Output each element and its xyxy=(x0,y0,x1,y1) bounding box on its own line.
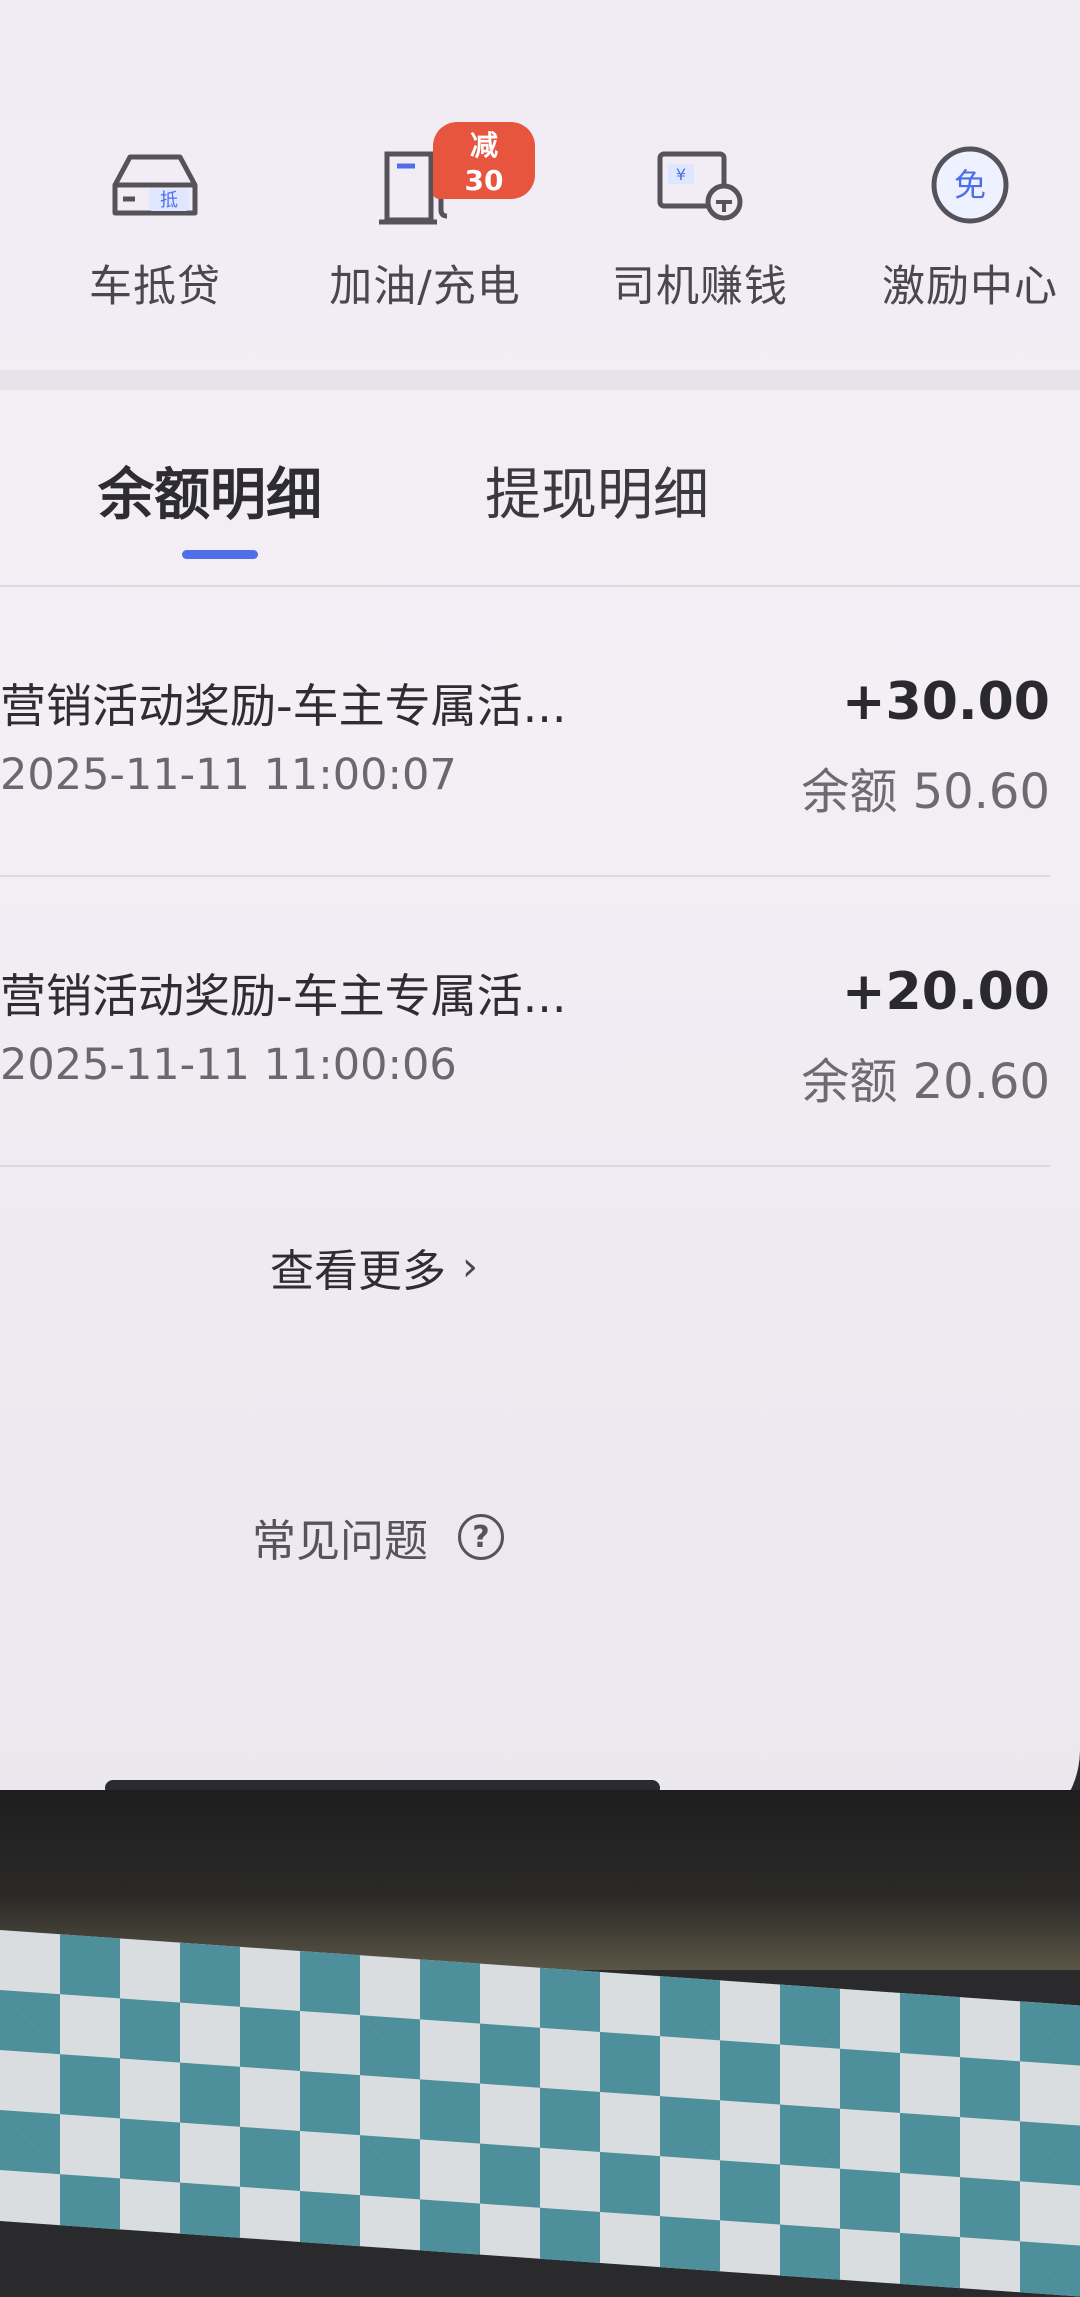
svg-text:抵: 抵 xyxy=(160,190,178,211)
record-title: 营销活动奖励-车主专属活... xyxy=(0,969,567,1023)
record-time: 2025-11-11 11:00:07 xyxy=(0,750,457,800)
detail-tabs: 余额明细 提现明细 xyxy=(0,450,1080,560)
faq-label: 常见问题 xyxy=(252,1516,428,1567)
faq-link[interactable]: 常见问题 ? xyxy=(252,1505,504,1569)
discount-badge: 减30 xyxy=(433,122,535,199)
service-label: 车抵贷 xyxy=(89,262,221,312)
help-icon: ? xyxy=(458,1514,504,1560)
driver-earn-icon: ¥ xyxy=(590,130,810,240)
car-loan-icon: 抵 xyxy=(45,130,265,240)
record-amount: +20.00 xyxy=(841,962,1050,1022)
divider xyxy=(0,875,1050,877)
record-balance: 余额 50.60 xyxy=(801,764,1050,820)
service-label: 激励中心 xyxy=(882,262,1058,312)
view-more-button[interactable]: 查看更多 › xyxy=(270,1235,478,1299)
app-screen: 抵 车抵贷 减30 加油/充电 ¥ 司机赚钱 免 激励中心 余额明细 提现明细 … xyxy=(0,0,1080,1840)
tab-withdraw-detail[interactable]: 提现明细 xyxy=(485,450,709,531)
svg-text:¥: ¥ xyxy=(676,165,686,184)
service-label: 加油/充电 xyxy=(329,262,521,312)
record-title: 营销活动奖励-车主专属活... xyxy=(0,679,567,733)
list-item[interactable]: 营销活动奖励-车主专属活... 2025-11-11 11:00:07 +30.… xyxy=(0,670,1080,870)
view-more-label: 查看更多 xyxy=(270,1246,446,1297)
active-tab-indicator xyxy=(182,550,258,559)
service-shortcuts: 抵 车抵贷 减30 加油/充电 ¥ 司机赚钱 免 激励中心 xyxy=(0,122,1080,330)
tab-balance-detail[interactable]: 余额明细 xyxy=(98,450,322,531)
service-label: 司机赚钱 xyxy=(612,262,788,312)
divider xyxy=(0,1165,1050,1167)
service-fuel-charge[interactable]: 减30 加油/充电 xyxy=(315,122,535,314)
incentive-icon: 免 xyxy=(860,130,1080,240)
service-car-loan[interactable]: 抵 车抵贷 xyxy=(45,130,265,314)
divider xyxy=(0,585,1080,587)
fuel-pump-icon: 减30 xyxy=(315,122,535,240)
chevron-right-icon: › xyxy=(462,1244,478,1290)
service-incentive[interactable]: 免 激励中心 xyxy=(860,130,1080,314)
record-balance: 余额 20.60 xyxy=(801,1054,1050,1110)
record-amount: +30.00 xyxy=(841,672,1050,732)
list-item[interactable]: 营销活动奖励-车主专属活... 2025-11-11 11:00:06 +20.… xyxy=(0,960,1080,1160)
service-driver-earn[interactable]: ¥ 司机赚钱 xyxy=(590,130,810,314)
record-time: 2025-11-11 11:00:06 xyxy=(0,1040,457,1090)
svg-text:免: 免 xyxy=(954,166,986,204)
tablecloth-background xyxy=(0,1930,1080,2297)
section-divider xyxy=(0,370,1080,390)
